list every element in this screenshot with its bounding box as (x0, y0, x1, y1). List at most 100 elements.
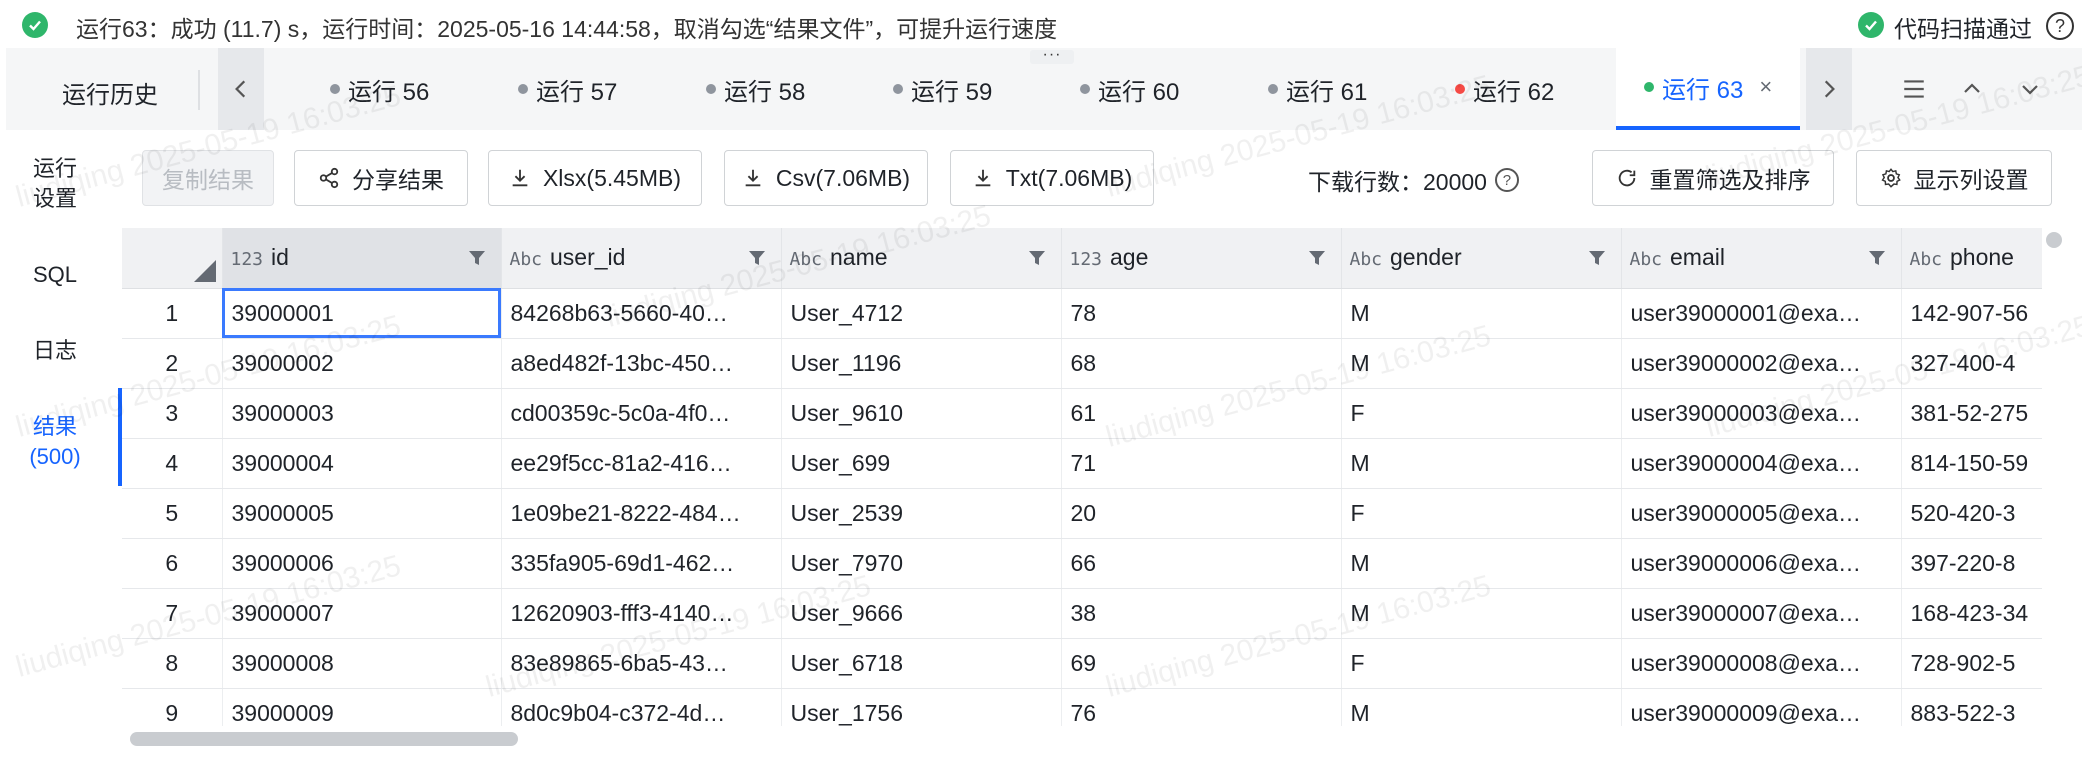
table-cell[interactable]: 39000002 (222, 338, 502, 389)
tab-run-56[interactable]: 运行 56 (330, 48, 429, 130)
table-cell[interactable]: User_7970 (781, 538, 1062, 589)
table-cell[interactable]: M (1341, 588, 1622, 639)
table-cell[interactable]: 168-423-34 (1901, 588, 2042, 639)
download-txt-button[interactable]: Txt(7.06MB) (950, 150, 1154, 206)
close-tab-icon[interactable]: × (1759, 74, 1772, 100)
table-cell[interactable]: 39000004 (222, 438, 502, 489)
table-row[interactable]: 3 39000003 cd00359c-5c0a-4f0… User_9610 61 Fu… (122, 388, 2042, 439)
table-row[interactable]: 5 39000005 1e09be21-8222-484… User_2539 20 Fu… (122, 488, 2042, 539)
table-row[interactable]: 6 39000006 335fa905-69d1-462… User_7970 66 Mu… (122, 538, 2042, 589)
table-cell[interactable]: cd00359c-5c0a-4f0… (501, 388, 782, 439)
download-csv-button[interactable]: Csv(7.06MB) (724, 150, 928, 206)
table-cell[interactable]: 814-150-59 (1901, 438, 2042, 489)
column-header-name[interactable]: Abc name (781, 228, 1062, 289)
share-result-button[interactable]: 分享结果 (294, 150, 468, 206)
table-cell[interactable]: 68 (1061, 338, 1342, 389)
vertical-scrollbar[interactable] (2046, 232, 2062, 248)
filter-icon[interactable] (1867, 248, 1887, 268)
table-cell[interactable]: 397-220-8 (1901, 538, 2042, 589)
table-cell[interactable]: 76 (1061, 688, 1342, 726)
chevron-down-icon[interactable] (2016, 75, 2044, 103)
table-cell[interactable]: 39000007 (222, 588, 502, 639)
nav-result[interactable]: 结果 (500) (0, 412, 110, 472)
tab-run-59[interactable]: 运行 59 (893, 48, 992, 130)
table-cell[interactable]: 728-902-5 (1901, 638, 2042, 689)
tab-run-57[interactable]: 运行 57 (518, 48, 617, 130)
table-cell[interactable]: 78 (1061, 288, 1342, 339)
tab-run-60[interactable]: 运行 60 (1080, 48, 1179, 130)
table-row[interactable]: 1 39000001 84268b63-5660-40… User_4712 78 Mus… (122, 288, 2042, 339)
chevron-up-icon[interactable] (1958, 75, 1986, 103)
table-row[interactable]: 4 39000004 ee29f5cc-81a2-416… User_699 71 Mus… (122, 438, 2042, 489)
table-cell[interactable]: 39000001 (222, 288, 502, 339)
table-cell[interactable]: 39000006 (222, 538, 502, 589)
table-cell[interactable]: F (1341, 638, 1622, 689)
nav-log[interactable]: 日志 (0, 336, 110, 366)
table-cell[interactable]: user39000001@exa… (1621, 288, 1902, 339)
table-cell[interactable]: 69 (1061, 638, 1342, 689)
tab-run-61[interactable]: 运行 61 (1268, 48, 1367, 130)
copy-result-button[interactable]: 复制结果 (142, 150, 274, 206)
table-cell[interactable]: 1e09be21-8222-484… (501, 488, 782, 539)
table-cell[interactable]: M (1341, 288, 1622, 339)
horizontal-scrollbar[interactable] (130, 732, 518, 746)
table-row[interactable]: 2 39000002 a8ed482f-13bc-450… User_1196 68 Mu… (122, 338, 2042, 389)
nav-run-settings[interactable]: 运行 设置 (0, 154, 110, 214)
table-cell[interactable]: user39000008@exa… (1621, 638, 1902, 689)
download-xlsx-button[interactable]: Xlsx(5.45MB) (488, 150, 702, 206)
menu-list-icon[interactable] (1900, 75, 1928, 103)
table-cell[interactable]: M (1341, 538, 1622, 589)
table-cell[interactable]: F (1341, 388, 1622, 439)
table-cell[interactable]: 12620903-fff3-4140… (501, 588, 782, 639)
table-cell[interactable]: 142-907-56 (1901, 288, 2042, 339)
reset-filter-sort-button[interactable]: 重置筛选及排序 (1592, 150, 1834, 206)
table-cell[interactable]: user39000003@exa… (1621, 388, 1902, 439)
filter-icon[interactable] (467, 248, 487, 268)
column-settings-button[interactable]: 显示列设置 (1856, 150, 2052, 206)
table-cell[interactable]: M (1341, 438, 1622, 489)
drag-handle-icon[interactable]: ··· (1030, 47, 1074, 64)
table-cell[interactable]: 20 (1061, 488, 1342, 539)
table-cell[interactable]: 71 (1061, 438, 1342, 489)
table-cell[interactable]: 39000003 (222, 388, 502, 439)
tab-run-62[interactable]: 运行 62 (1455, 48, 1554, 130)
select-all-corner[interactable] (122, 228, 223, 289)
table-cell[interactable]: User_2539 (781, 488, 1062, 539)
table-cell[interactable]: 883-522-3 (1901, 688, 2042, 726)
table-cell[interactable]: User_1196 (781, 338, 1062, 389)
table-cell[interactable]: 327-400-4 (1901, 338, 2042, 389)
table-row[interactable]: 8 39000008 83e89865-6ba5-43… User_6718 69 Fus… (122, 638, 2042, 689)
table-cell[interactable]: 84268b63-5660-40… (501, 288, 782, 339)
tabs-scroll-right-button[interactable] (1806, 48, 1852, 130)
filter-icon[interactable] (1307, 248, 1327, 268)
table-row[interactable]: 9 39000009 8d0c9b04-c372-4d… User_1756 76 Mus… (122, 688, 2042, 726)
nav-sql[interactable]: SQL (0, 260, 110, 290)
table-cell[interactable]: User_699 (781, 438, 1062, 489)
table-cell[interactable]: user39000004@exa… (1621, 438, 1902, 489)
table-cell[interactable]: 381-52-275 (1901, 388, 2042, 439)
table-cell[interactable]: 61 (1061, 388, 1342, 439)
column-header-phone[interactable]: Abc phone (1901, 228, 2042, 289)
table-cell[interactable]: User_9610 (781, 388, 1062, 439)
column-header-user-id[interactable]: Abc user_id (501, 228, 782, 289)
table-cell[interactable]: user39000002@exa… (1621, 338, 1902, 389)
table-cell[interactable]: User_6718 (781, 638, 1062, 689)
column-header-age[interactable]: 123 age (1061, 228, 1342, 289)
tabs-scroll-left-button[interactable] (218, 48, 264, 130)
tab-run-58[interactable]: 运行 58 (706, 48, 805, 130)
filter-icon[interactable] (747, 248, 767, 268)
table-cell[interactable]: user39000005@exa… (1621, 488, 1902, 539)
run-history-button[interactable]: 运行历史 (62, 75, 158, 110)
tab-run-63[interactable]: 运行 63 × (1616, 48, 1801, 130)
table-cell[interactable]: user39000007@exa… (1621, 588, 1902, 639)
table-cell[interactable]: user39000006@exa… (1621, 538, 1902, 589)
table-cell[interactable]: User_4712 (781, 288, 1062, 339)
column-header-gender[interactable]: Abc gender (1341, 228, 1622, 289)
table-cell[interactable]: 83e89865-6ba5-43… (501, 638, 782, 689)
table-cell[interactable]: 520-420-3 (1901, 488, 2042, 539)
table-cell[interactable]: 39000008 (222, 638, 502, 689)
table-cell[interactable]: user39000009@exa… (1621, 688, 1902, 726)
table-cell[interactable]: 39000009 (222, 688, 502, 726)
table-cell[interactable]: a8ed482f-13bc-450… (501, 338, 782, 389)
table-cell[interactable]: F (1341, 488, 1622, 539)
